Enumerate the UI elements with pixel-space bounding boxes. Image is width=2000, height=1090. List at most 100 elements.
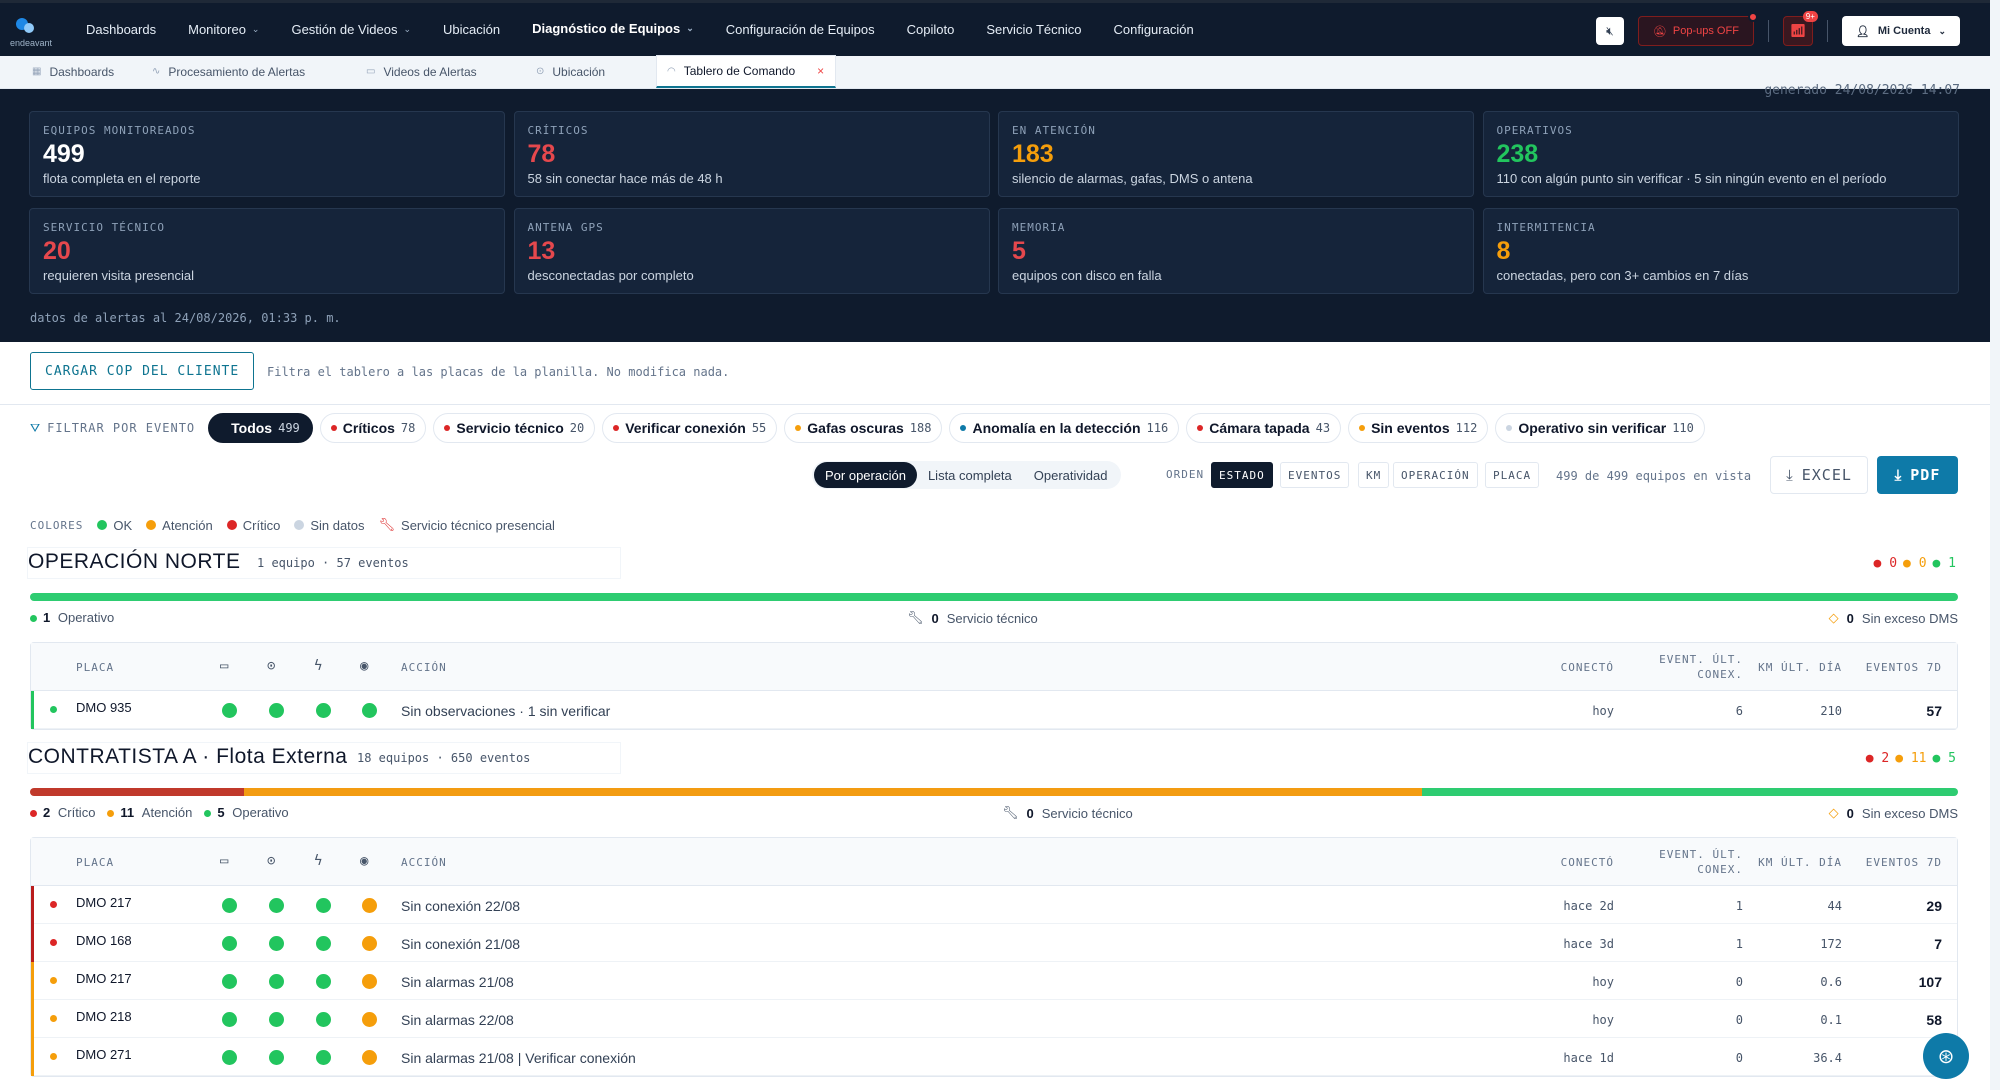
bolt-icon: ϟ [314,853,324,869]
equipment-table: PLACA ▭ ⊙ ϟ ◉ ACCIÓN CONECTÓ EVENT. ÚLT. CONEX. K… [30,642,1958,730]
view-option[interactable]: Lista completa [917,462,1023,488]
popups-toggle[interactable]: 🔕︎ Pop-ups OFF [1637,12,1758,46]
view-option[interactable]: Operatividad [1023,462,1119,488]
nav-item[interactable]: Copiloto [891,2,971,58]
km-last-day: 44 [1827,899,1842,913]
status-count-item: ● 2 [1865,751,1890,766]
order-option[interactable]: ESTADO [1211,462,1273,488]
chip-count: 188 [909,421,932,435]
table-row[interactable]: DMO 168 Sin conexión 21/08 hace 3d 1 172 7 [31,924,1957,962]
help-button[interactable]: ⊛ [1923,1033,1969,1079]
tab-item[interactable]: ∿ Procesamiento de Alertas [142,55,356,88]
summary-item: 2 Crítico [30,805,95,820]
order-option[interactable]: EVENTOS [1280,462,1350,488]
filter-chip[interactable]: Verificar conexión 55 [602,413,778,443]
order-option[interactable]: PLACA [1485,462,1540,488]
filter-chip[interactable]: Sin eventos 112 [1348,413,1489,443]
tab-item[interactable]: ▦ Dashboards [22,55,142,88]
connected-text: hoy [1592,1013,1614,1027]
service-count: 0 [931,610,939,626]
pulse-icon: ∿ [152,66,161,77]
camera-status-indicator [222,703,237,718]
legend-label: Atención [162,517,213,533]
filter-chip[interactable]: Cámara tapada 43 [1186,413,1342,443]
nav-item[interactable]: Dashboards [70,2,172,58]
kpi-panel: generado 24/08/2026 14:07 EQUIPOS MONITO… [0,83,1990,342]
chip-count: 20 [569,421,585,435]
header-event-2: CONEX. [1697,668,1743,681]
chip-label: Críticos [342,420,395,436]
kpi-value: 183 [1012,140,1054,168]
action-text: Sin observaciones · 1 sin verificar [401,703,611,719]
nav-item[interactable]: Configuración de Equipos [710,2,891,58]
load-cop-button[interactable]: CARGAR COP DEL CLIENTE [30,352,255,390]
tab-item[interactable]: ▭ Videos de Alertas [356,55,526,88]
events-last-conn: 0 [1735,1051,1743,1065]
tab-item[interactable]: ⊙ Ubicación [526,55,656,88]
status-dot [444,425,451,431]
legend-label: Crítico [242,517,281,533]
account-label: Mi Cuenta [1877,25,1931,37]
filter-chip[interactable]: Críticos 78 [319,413,427,443]
filter-chip[interactable]: Operativo sin verificar 110 [1495,413,1705,443]
close-icon[interactable]: × [817,64,824,78]
export-pdf-button[interactable]: ⤓ PDF [1877,456,1958,494]
header-event-2: CONEX. [1697,863,1743,876]
tab-label: Dashboards [49,64,115,79]
table-row[interactable]: DMO 217 Sin conexión 22/08 hace 2d 1 44 29 [31,886,1957,924]
kpi-label: CRÍTICOS [527,124,589,137]
chip-count: 43 [1315,421,1331,435]
plate: DMO 217 [76,895,132,910]
status-dot [795,425,802,431]
order-option[interactable]: OPERACIÓN [1393,462,1478,488]
nav-item[interactable]: Gestión de Videos ⌄ [275,2,427,58]
group-meta: 18 equipos · 650 eventos [357,751,531,765]
nav-item[interactable]: Servicio Técnico [970,2,1097,58]
legend-item: Crítico [226,517,281,533]
dms-status-indicator [362,936,377,951]
legend-dot [97,520,108,530]
bolt-icon: ϟ [314,658,324,674]
nav-item-label: Diagnóstico de Equipos [532,21,681,36]
filter-chip[interactable]: Todos 499 [208,413,313,443]
nav-item[interactable]: Monitoreo ⌄ [172,2,275,58]
mute-button[interactable]: 🔇︎ [1595,17,1624,45]
nav-item[interactable]: Configuración [1097,2,1209,58]
status-count-item: ● 11 [1895,751,1927,766]
notifications-button[interactable]: 📶︎ 9+ [1782,11,1818,46]
scrollbar[interactable] [1990,0,2000,1090]
brand-logo[interactable]: endeavant [0,2,70,58]
summary-left: 2 Crítico 11 Atención 5 Operativo [30,805,289,820]
status-dot [50,1015,57,1022]
gps-status-indicator [269,974,284,989]
filter-chip[interactable]: Gafas oscuras 188 [784,413,943,443]
table-row[interactable]: DMO 935 Sin observaciones · 1 sin verific… [31,691,1957,729]
status-count: 0 [1889,556,1898,571]
status-bar [30,788,1958,796]
camera-status-indicator [222,936,237,951]
account-menu[interactable]: 👤︎ Mi Cuenta ⌄ [1841,16,1960,46]
order-option[interactable]: KM [1358,462,1390,488]
nav-item[interactable]: Ubicación [427,2,516,58]
nav-item[interactable]: Diagnóstico de Equipos ⌄ [516,2,710,58]
view-option[interactable]: Por operación [814,462,917,488]
pin-icon: ⊙ [267,658,277,674]
tab-item[interactable]: ◠ Tablero de Comando × [656,55,836,88]
filter-chip[interactable]: Servicio técnico 20 [433,413,596,443]
status-dot [1506,425,1513,431]
filter-chip[interactable]: Anomalía en la detección 116 [949,413,1180,443]
table-row[interactable]: DMO 218 Sin alarmas 22/08 hoy 0 0.1 58 [31,1000,1957,1038]
eye-icon: ◉ [360,853,370,869]
legend-label: COLORES [30,518,84,532]
export-excel-button[interactable]: ⤓ EXCEL [1770,456,1868,494]
status-dot [204,810,212,817]
event-filter: ⛛ FILTRAR POR EVENTO Todos 499 Críticos 78 Se… [30,412,1705,444]
tab-label: Videos de Alertas [383,64,477,79]
row-status-strip [31,1038,34,1076]
table-row[interactable]: DMO 271 Sin alarmas 21/08 | Verificar con… [31,1038,1957,1076]
service-label: Servicio técnico [946,610,1038,626]
action-text: Sin alarmas 21/08 | Verificar conexión [401,1050,636,1066]
status-count: 2 [1881,751,1890,766]
table-row[interactable]: DMO 217 Sin alarmas 21/08 hoy 0 0.6 107 [31,962,1957,1000]
kpi-card: EQUIPOS MONITOREADOS 499 flota completa en… [29,111,505,197]
